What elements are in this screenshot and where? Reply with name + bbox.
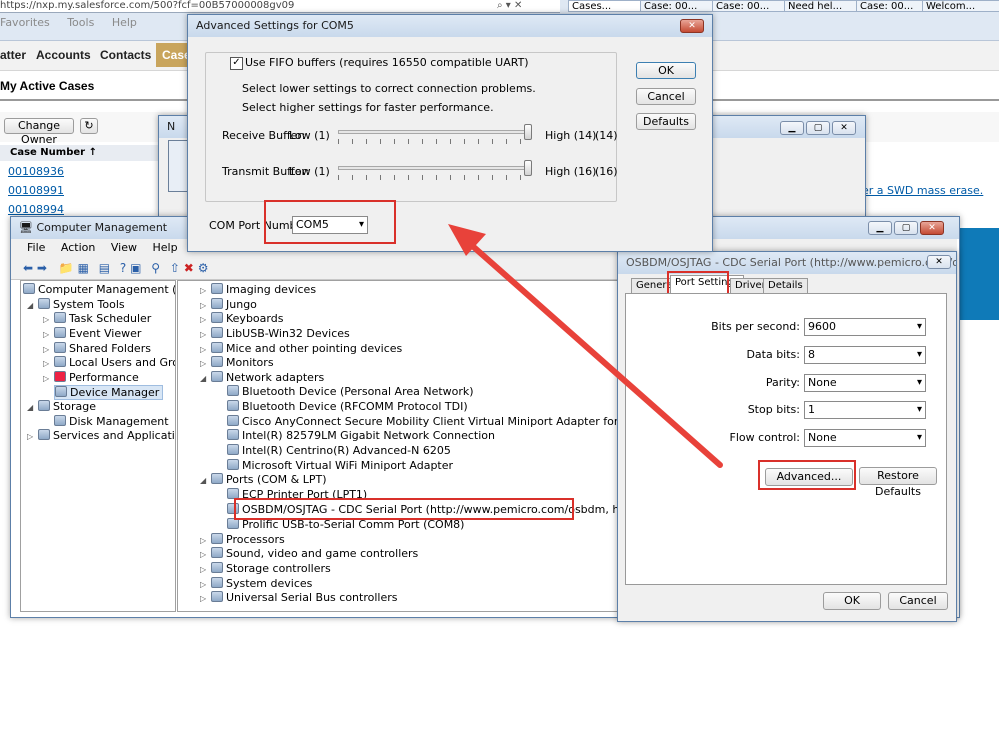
annotation-arrow [448,224,723,468]
arrow-shaft [465,239,723,468]
